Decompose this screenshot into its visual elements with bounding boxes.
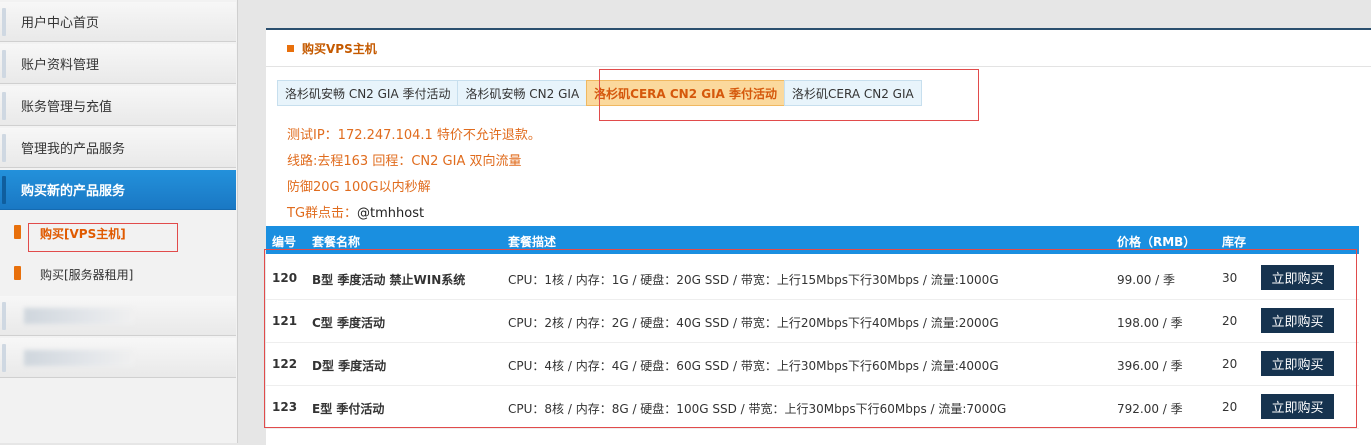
sidebar-item-blurred[interactable] xyxy=(0,338,236,378)
sidebar-subitem-label: 购买[服务器租用] xyxy=(40,267,134,282)
panel-title: 购买VPS主机 xyxy=(302,41,377,56)
sidebar-marker xyxy=(2,92,6,120)
cell-id: 122 xyxy=(272,357,298,371)
sidebar-marker xyxy=(2,344,6,372)
cell-stock: 30 xyxy=(1222,271,1238,285)
cell-name: D型 季度活动 xyxy=(312,359,387,373)
cell-id: 120 xyxy=(272,271,298,285)
sidebar-item-account[interactable]: 账户资料管理 xyxy=(0,44,236,84)
sidebar-subitem-buy-vps[interactable]: 购买[VPS主机] xyxy=(0,213,236,253)
tab-anchang[interactable]: 洛杉矶安畅 CN2 GIA xyxy=(457,80,587,106)
cell-price: 198.00 / 季 xyxy=(1117,316,1183,330)
header-desc: 套餐描述 xyxy=(508,235,557,249)
tab-anchang-quarterly[interactable]: 洛杉矶安畅 CN2 GIA 季付活动 xyxy=(277,80,458,106)
cell-stock: 20 xyxy=(1222,314,1238,328)
cell-price: 792.00 / 季 xyxy=(1117,402,1183,416)
header-stock: 库存 xyxy=(1222,235,1247,249)
table-row: 123 E型 季付活动 CPU：8核 / 内存：8G / 硬盘：100G SSD… xyxy=(266,386,1359,429)
header-id: 编号 xyxy=(272,235,297,249)
cell-id: 123 xyxy=(272,400,298,414)
tab-cera[interactable]: 洛杉矶CERA CN2 GIA xyxy=(784,80,922,106)
info-telegram: TG群点击：@tmhhost xyxy=(287,202,424,221)
header-price: 价格（RMB） xyxy=(1117,235,1196,249)
sidebar-item-my-products[interactable]: 管理我的产品服务 xyxy=(0,128,236,168)
sidebar-marker xyxy=(2,302,6,330)
table-row: 122 D型 季度活动 CPU：4核 / 内存：4G / 硬盘：60G SSD … xyxy=(266,343,1359,386)
blurred-label xyxy=(24,307,134,324)
buy-now-button[interactable]: 立即购买 xyxy=(1261,351,1334,376)
cell-price: 396.00 / 季 xyxy=(1117,359,1183,373)
sidebar-item-blurred[interactable] xyxy=(0,296,236,336)
vps-purchase-panel: 购买VPS主机 洛杉矶安畅 CN2 GIA 季付活动 洛杉矶安畅 CN2 GIA… xyxy=(266,28,1371,445)
info-test-ip: 测试IP：172.247.104.1 特价不允许退款。 xyxy=(287,128,541,143)
cell-stock: 20 xyxy=(1222,357,1238,371)
table-row: 120 B型 季度活动 禁止WIN系统 CPU：1核 / 内存：1G / 硬盘：… xyxy=(266,257,1359,300)
sidebar-item-home[interactable]: 用户中心首页 xyxy=(0,2,236,42)
cell-price: 99.00 / 季 xyxy=(1117,273,1176,287)
sidebar-marker xyxy=(2,50,6,78)
panel-header: 购买VPS主机 xyxy=(266,30,1371,67)
cell-name: C型 季度活动 xyxy=(312,316,385,330)
cell-name: B型 季度活动 禁止WIN系统 xyxy=(312,273,466,287)
buy-now-button[interactable]: 立即购买 xyxy=(1261,394,1334,419)
cell-id: 121 xyxy=(272,314,298,328)
cell-desc: CPU：8核 / 内存：8G / 硬盘：100G SSD / 带宽：上行30Mb… xyxy=(508,402,1007,416)
cell-desc: CPU：4核 / 内存：4G / 硬盘：60G SSD / 带宽：上行30Mbp… xyxy=(508,359,999,373)
header-name: 套餐名称 xyxy=(312,235,361,249)
square-bullet-icon xyxy=(14,266,21,280)
tg-label: TG群点击： xyxy=(287,206,358,221)
blurred-label xyxy=(24,349,134,366)
sidebar-item-label: 管理我的产品服务 xyxy=(21,142,126,157)
info-route: 线路:去程163 回程：CN2 GIA 双向流量 xyxy=(287,154,522,169)
sidebar: 用户中心首页 账户资料管理 账务管理与充值 管理我的产品服务 购买新的产品服务 … xyxy=(0,0,238,443)
buy-now-button[interactable]: 立即购买 xyxy=(1261,308,1334,333)
square-bullet-icon xyxy=(287,44,294,52)
sidebar-subitem-label: 购买[VPS主机] xyxy=(40,226,126,241)
cell-desc: CPU：2核 / 内存：2G / 硬盘：40G SSD / 带宽：上行20Mbp… xyxy=(508,316,999,330)
cell-name: E型 季付活动 xyxy=(312,402,385,416)
product-tabs: 洛杉矶安畅 CN2 GIA 季付活动 洛杉矶安畅 CN2 GIA 洛杉矶CERA… xyxy=(277,80,922,106)
sidebar-item-billing[interactable]: 账务管理与充值 xyxy=(0,86,236,126)
sidebar-item-label: 账户资料管理 xyxy=(21,58,100,73)
sidebar-item-label: 账务管理与充值 xyxy=(21,100,113,115)
sidebar-marker xyxy=(2,176,6,204)
table-header: 编号 套餐名称 套餐描述 价格（RMB） 库存 xyxy=(266,226,1359,254)
cell-stock: 20 xyxy=(1222,400,1238,414)
square-bullet-icon xyxy=(14,225,21,239)
sidebar-item-label: 购买新的产品服务 xyxy=(21,184,126,199)
tg-handle-link[interactable]: @tmhhost xyxy=(357,206,424,221)
sidebar-item-buy-products[interactable]: 购买新的产品服务 xyxy=(0,170,236,210)
table-row: 121 C型 季度活动 CPU：2核 / 内存：2G / 硬盘：40G SSD … xyxy=(266,300,1359,343)
tab-cera-quarterly[interactable]: 洛杉矶CERA CN2 GIA 季付活动 xyxy=(586,80,785,106)
sidebar-item-label: 用户中心首页 xyxy=(21,16,100,31)
sidebar-marker xyxy=(2,134,6,162)
sidebar-marker xyxy=(2,8,6,36)
info-ddos: 防御20G 100G以内秒解 xyxy=(287,180,431,195)
buy-now-button[interactable]: 立即购买 xyxy=(1261,265,1334,290)
sidebar-subitem-buy-server[interactable]: 购买[服务器租用] xyxy=(0,254,236,294)
cell-desc: CPU：1核 / 内存：1G / 硬盘：20G SSD / 带宽：上行15Mbp… xyxy=(508,273,999,287)
